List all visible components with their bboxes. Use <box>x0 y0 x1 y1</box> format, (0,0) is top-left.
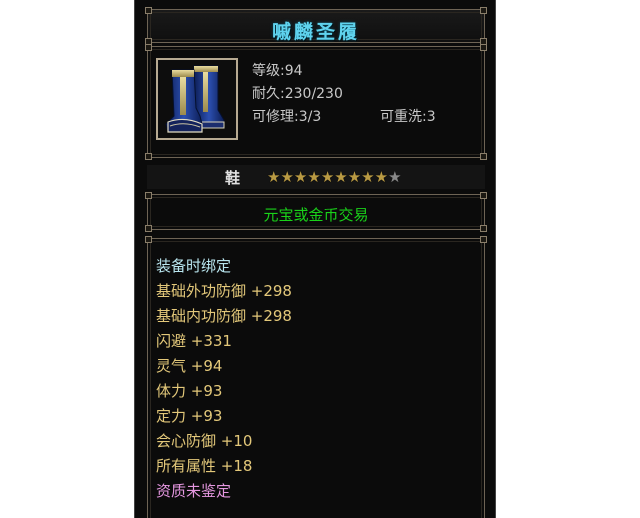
frame-corner <box>480 236 487 243</box>
star-empty-icon: ★ <box>388 168 402 186</box>
star-filled-icon: ★ <box>334 168 348 186</box>
frame-corner <box>480 225 487 232</box>
star-filled-icon: ★ <box>320 168 335 186</box>
item-level: 等级:94 <box>252 63 303 79</box>
attribute-line: 会心防御 +10 <box>156 432 253 450</box>
attribute-line: 灵气 +94 <box>156 357 223 375</box>
frame-corner <box>480 153 487 160</box>
boots-icon[interactable] <box>156 58 238 140</box>
item-durability: 耐久:230/230 <box>252 86 343 102</box>
star-filled-icon: ★ <box>267 168 281 186</box>
star-filled-icon: ★ <box>280 168 294 186</box>
attribute-line: 资质未鉴定 <box>156 482 232 500</box>
attributes-panel: 装备时绑定基础外功防御 +298 基础内功防御 +298 闪避 +331 灵气 +94… <box>145 236 487 518</box>
item-rewash-count: 可重洗:3 <box>380 109 436 125</box>
item-tooltip: 嘁麟圣履 等级:94 耐久:230/230 可修理:3/3 可重洗:3 鞋 ★★… <box>134 0 496 518</box>
star-rating: ★★★★★★★★★★ <box>267 168 402 186</box>
attribute-line: 基础内功防御 +298 <box>156 307 292 325</box>
frame-corner <box>145 192 152 199</box>
item-name: 嘁麟圣履 <box>271 21 360 43</box>
frame-corner <box>145 225 152 232</box>
frame-corner <box>145 44 152 51</box>
frame-corner <box>145 7 152 14</box>
item-type: 鞋 <box>225 169 241 187</box>
trade-method: 元宝或金币交易 <box>263 206 369 224</box>
item-info-panel: 等级:94 耐久:230/230 可修理:3/3 可重洗:3 <box>145 44 487 160</box>
star-filled-icon: ★ <box>361 168 375 186</box>
star-filled-icon: ★ <box>347 168 362 186</box>
attribute-line: 体力 +93 <box>156 382 223 400</box>
frame-corner <box>480 44 487 51</box>
attribute-line: 定力 +93 <box>156 407 223 425</box>
frame-corner <box>145 236 152 243</box>
star-filled-icon: ★ <box>307 168 321 186</box>
item-type-row: 鞋 ★★★★★★★★★★ <box>147 165 485 189</box>
attribute-line: 所有属性 +18 <box>156 457 253 475</box>
title-bar: 嘁麟圣履 <box>145 7 487 45</box>
frame-corner <box>480 192 487 199</box>
star-filled-icon: ★ <box>293 168 308 186</box>
item-repair-count: 可修理:3/3 <box>252 109 322 125</box>
frame-corner <box>480 7 487 14</box>
attribute-line: 闪避 +331 <box>156 332 232 350</box>
attribute-line: 装备时绑定 <box>156 257 232 275</box>
screenshot-canvas: 嘁麟圣履 等级:94 耐久:230/230 可修理:3/3 可重洗:3 鞋 ★★… <box>0 0 640 518</box>
trade-panel: 元宝或金币交易 <box>145 192 487 232</box>
star-filled-icon: ★ <box>374 168 389 186</box>
frame-corner <box>145 153 152 160</box>
attribute-line: 基础外功防御 +298 <box>156 282 292 300</box>
